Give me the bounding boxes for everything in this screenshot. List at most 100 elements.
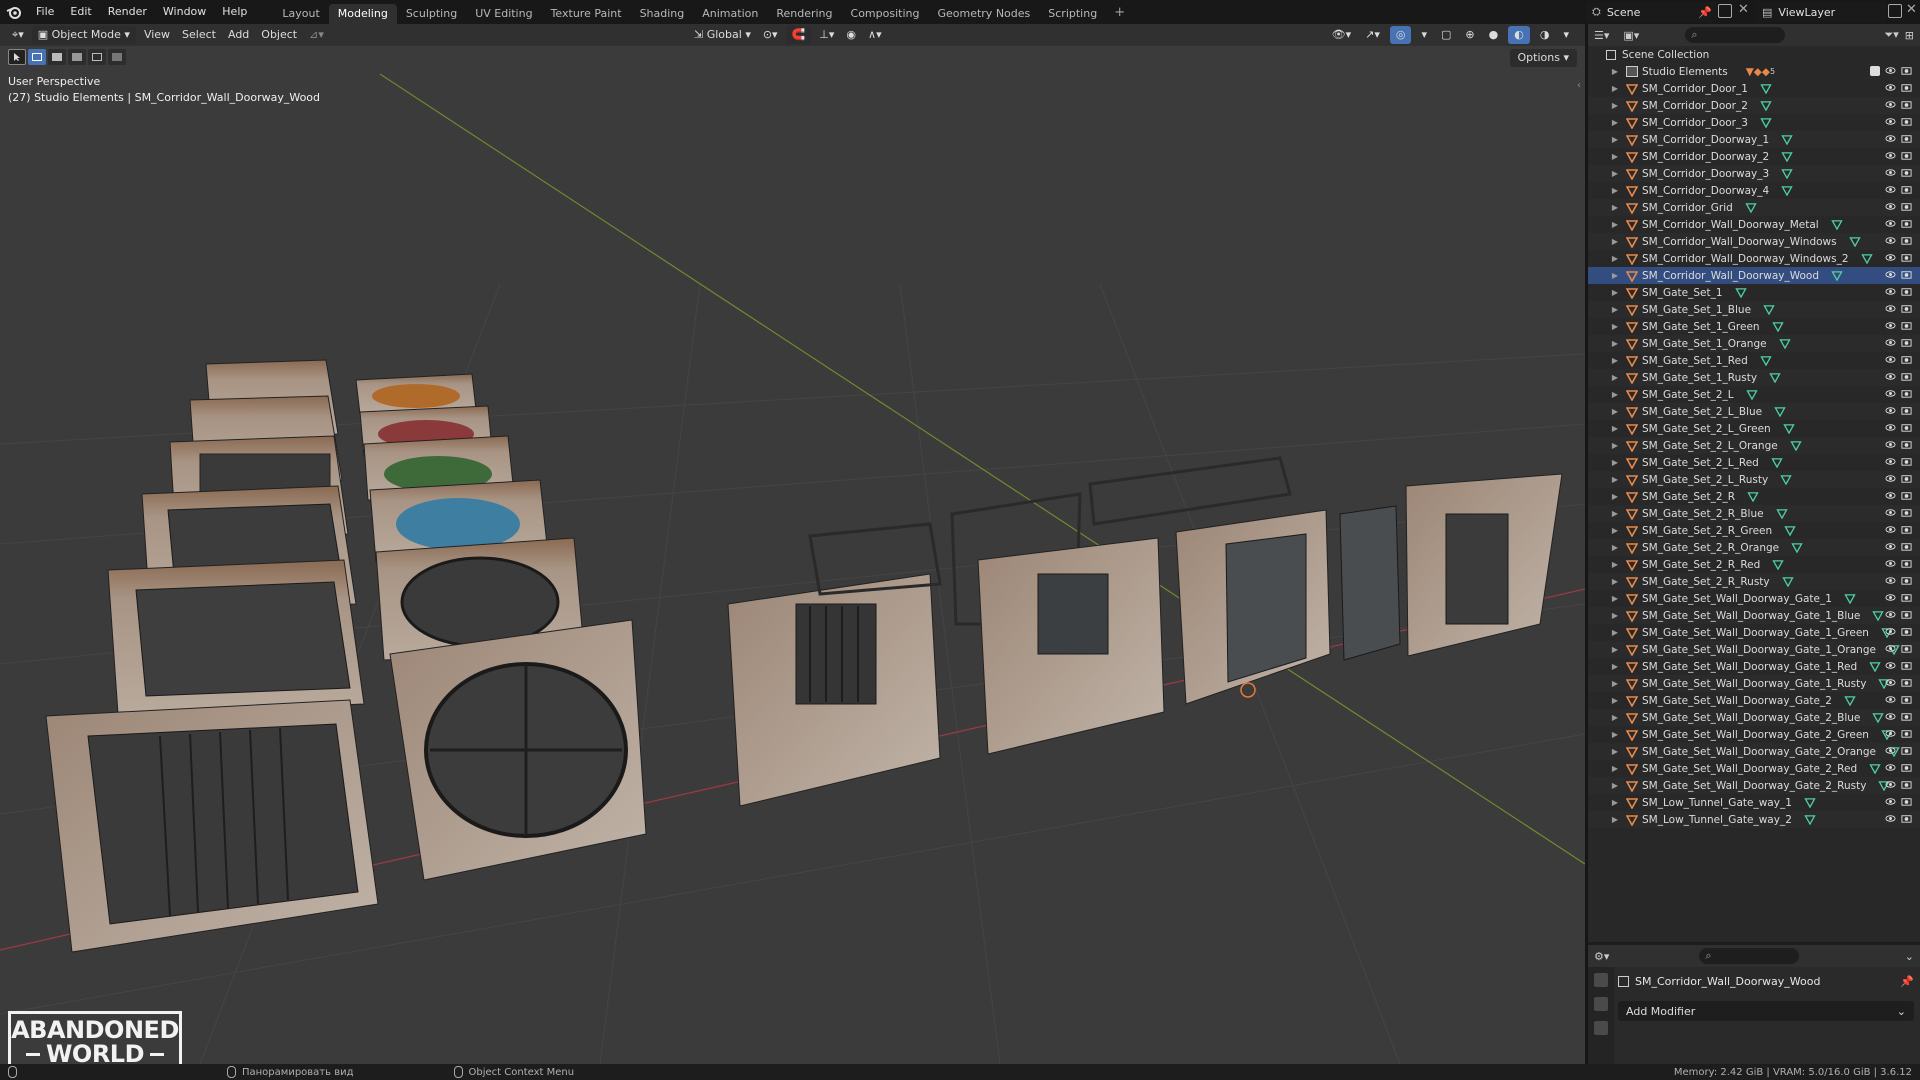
eye-icon[interactable] xyxy=(1885,473,1896,484)
eye-icon[interactable] xyxy=(1885,150,1896,161)
camera-icon[interactable] xyxy=(1901,150,1912,161)
eye-icon[interactable] xyxy=(1885,796,1896,807)
camera-icon[interactable] xyxy=(1901,269,1912,280)
expand-arrow-icon[interactable]: ▶ xyxy=(1610,322,1620,331)
outliner-item[interactable]: ▶ SM_Corridor_Doorway_4 xyxy=(1588,182,1920,199)
expand-arrow-icon[interactable]: ▶ xyxy=(1610,509,1620,518)
camera-icon[interactable] xyxy=(1901,82,1912,93)
eye-icon[interactable] xyxy=(1885,643,1896,654)
outliner-item[interactable]: ▶ SM_Gate_Set_Wall_Doorway_Gate_1 xyxy=(1588,590,1920,607)
mesh-data-icon[interactable] xyxy=(1831,270,1843,281)
mesh-data-icon[interactable] xyxy=(1804,797,1816,808)
camera-icon[interactable] xyxy=(1901,592,1912,603)
eye-icon[interactable] xyxy=(1885,524,1896,535)
chevron-down-icon[interactable]: ⌄ xyxy=(1905,950,1914,963)
eye-icon[interactable] xyxy=(1885,779,1896,790)
eye-icon[interactable] xyxy=(1885,694,1896,705)
expand-arrow-icon[interactable]: ▶ xyxy=(1610,628,1620,637)
select-subtract-icon[interactable] xyxy=(68,49,86,65)
mesh-data-icon[interactable] xyxy=(1781,168,1793,179)
camera-icon[interactable] xyxy=(1901,184,1912,195)
outliner-item[interactable]: ▶ SM_Low_Tunnel_Gate_way_2 xyxy=(1588,811,1920,828)
expand-arrow-icon[interactable]: ▶ xyxy=(1610,203,1620,212)
mesh-data-icon[interactable] xyxy=(1869,763,1881,774)
mesh-data-icon[interactable] xyxy=(1760,117,1772,128)
outliner-item[interactable]: ▶ SM_Gate_Set_2_R xyxy=(1588,488,1920,505)
eye-icon[interactable] xyxy=(1885,218,1896,229)
rendered-shading-icon[interactable]: ◑ xyxy=(1534,26,1556,44)
outliner-item[interactable]: ▶ SM_Corridor_Doorway_3 xyxy=(1588,165,1920,182)
mesh-data-icon[interactable] xyxy=(1745,389,1758,400)
expand-arrow-icon[interactable]: ▶ xyxy=(1610,288,1620,297)
scene-selector[interactable]: ⛭ Scene 📌 xyxy=(1586,2,1716,22)
mesh-data-icon[interactable] xyxy=(1784,525,1796,536)
menu-select[interactable]: Select xyxy=(176,26,222,44)
expand-arrow-icon[interactable]: ▶ xyxy=(1610,747,1620,756)
camera-icon[interactable] xyxy=(1901,728,1912,739)
menu-render[interactable]: Render xyxy=(100,0,155,24)
falloff-icon[interactable]: ⊿▾ xyxy=(303,26,330,44)
outliner-item[interactable]: ▶ SM_Low_Tunnel_Gate_way_1 xyxy=(1588,794,1920,811)
expand-arrow-icon[interactable]: ▶ xyxy=(1610,152,1620,161)
eye-icon[interactable] xyxy=(1885,660,1896,671)
blender-logo-icon[interactable] xyxy=(0,0,28,24)
mesh-data-icon[interactable] xyxy=(1781,185,1793,196)
material-shading-icon[interactable]: ◐ xyxy=(1508,26,1530,44)
outliner-item[interactable]: ▶ SM_Gate_Set_2_R_Green xyxy=(1588,522,1920,539)
mesh-data-icon[interactable] xyxy=(1844,695,1856,706)
mesh-data-icon[interactable] xyxy=(1769,372,1781,383)
shading-options-icon[interactable]: ▾ xyxy=(1557,26,1575,44)
camera-icon[interactable] xyxy=(1901,575,1912,586)
outliner-item[interactable]: ▶ SM_Gate_Set_1_Blue xyxy=(1588,301,1920,318)
solid-shading-icon[interactable]: ● xyxy=(1483,26,1505,44)
mesh-data-icon[interactable] xyxy=(1781,134,1793,145)
eye-icon[interactable] xyxy=(1885,575,1896,586)
tab-uv-editing[interactable]: UV Editing xyxy=(466,4,541,24)
camera-icon[interactable] xyxy=(1901,133,1912,144)
camera-icon[interactable] xyxy=(1901,609,1912,620)
expand-arrow-icon[interactable]: ▶ xyxy=(1610,798,1620,807)
camera-icon[interactable] xyxy=(1901,116,1912,127)
outliner-item[interactable]: ▶ SM_Gate_Set_Wall_Doorway_Gate_1_Orange xyxy=(1588,641,1920,658)
eye-icon[interactable] xyxy=(1885,286,1896,297)
outliner-item[interactable]: ▶ SM_Corridor_Wall_Doorway_Windows_2 xyxy=(1588,250,1920,267)
mesh-data-icon[interactable] xyxy=(1848,236,1861,247)
mesh-data-icon[interactable] xyxy=(1781,151,1793,162)
expand-arrow-icon[interactable]: ▶ xyxy=(1610,390,1620,399)
wireframe-shading-icon[interactable]: ⊕ xyxy=(1459,26,1480,44)
expand-arrow-icon[interactable]: ▶ xyxy=(1610,101,1620,110)
camera-icon[interactable] xyxy=(1901,677,1912,688)
tool-tab-icon[interactable] xyxy=(1594,973,1608,987)
expand-arrow-icon[interactable]: ▶ xyxy=(1610,407,1620,416)
eye-icon[interactable] xyxy=(1885,235,1896,246)
expand-arrow-icon[interactable]: ▶ xyxy=(1610,356,1620,365)
camera-icon[interactable] xyxy=(1901,779,1912,790)
expand-arrow-icon[interactable]: ▶ xyxy=(1610,118,1620,127)
xray-icon[interactable]: ▢ xyxy=(1435,26,1457,44)
outliner-item[interactable]: ▶ SM_Corridor_Grid xyxy=(1588,199,1920,216)
outliner-item[interactable]: ▶ SM_Gate_Set_Wall_Doorway_Gate_1_Green xyxy=(1588,624,1920,641)
outliner-item[interactable]: ▶ SM_Gate_Set_Wall_Doorway_Gate_2_Orange xyxy=(1588,743,1920,760)
outliner-item[interactable]: ▶ SM_Gate_Set_Wall_Doorway_Gate_1_Blue xyxy=(1588,607,1920,624)
mesh-data-icon[interactable] xyxy=(1760,100,1772,111)
eye-icon[interactable] xyxy=(1885,592,1896,603)
mesh-data-icon[interactable] xyxy=(1804,814,1816,825)
camera-icon[interactable] xyxy=(1901,99,1912,110)
object-name-field[interactable]: SM_Corridor_Wall_Doorway_Wood 📌 xyxy=(1618,971,1914,991)
expand-arrow-icon[interactable]: ▶ xyxy=(1610,594,1620,603)
eye-icon[interactable] xyxy=(1885,728,1896,739)
mesh-data-icon[interactable] xyxy=(1747,491,1759,502)
mesh-data-icon[interactable] xyxy=(1783,423,1795,434)
menu-view[interactable]: View xyxy=(138,26,176,44)
tab-scripting[interactable]: Scripting xyxy=(1039,4,1106,24)
pin-icon[interactable]: 📌 xyxy=(1900,975,1914,988)
expand-arrow-icon[interactable]: ▶ xyxy=(1610,305,1620,314)
outliner-item[interactable]: ▶ SM_Corridor_Wall_Doorway_Metal xyxy=(1588,216,1920,233)
pivot-point-icon[interactable]: ⊙▾ xyxy=(757,26,784,44)
outliner-item[interactable]: ▶ SM_Corridor_Wall_Doorway_Windows xyxy=(1588,233,1920,250)
outliner-item[interactable]: ▶ SM_Gate_Set_Wall_Doorway_Gate_1_Rusty xyxy=(1588,675,1920,692)
outliner-item[interactable]: ▶ SM_Corridor_Door_2 xyxy=(1588,97,1920,114)
tab-rendering[interactable]: Rendering xyxy=(767,4,841,24)
eye-icon[interactable] xyxy=(1885,82,1896,93)
camera-icon[interactable] xyxy=(1901,439,1912,450)
